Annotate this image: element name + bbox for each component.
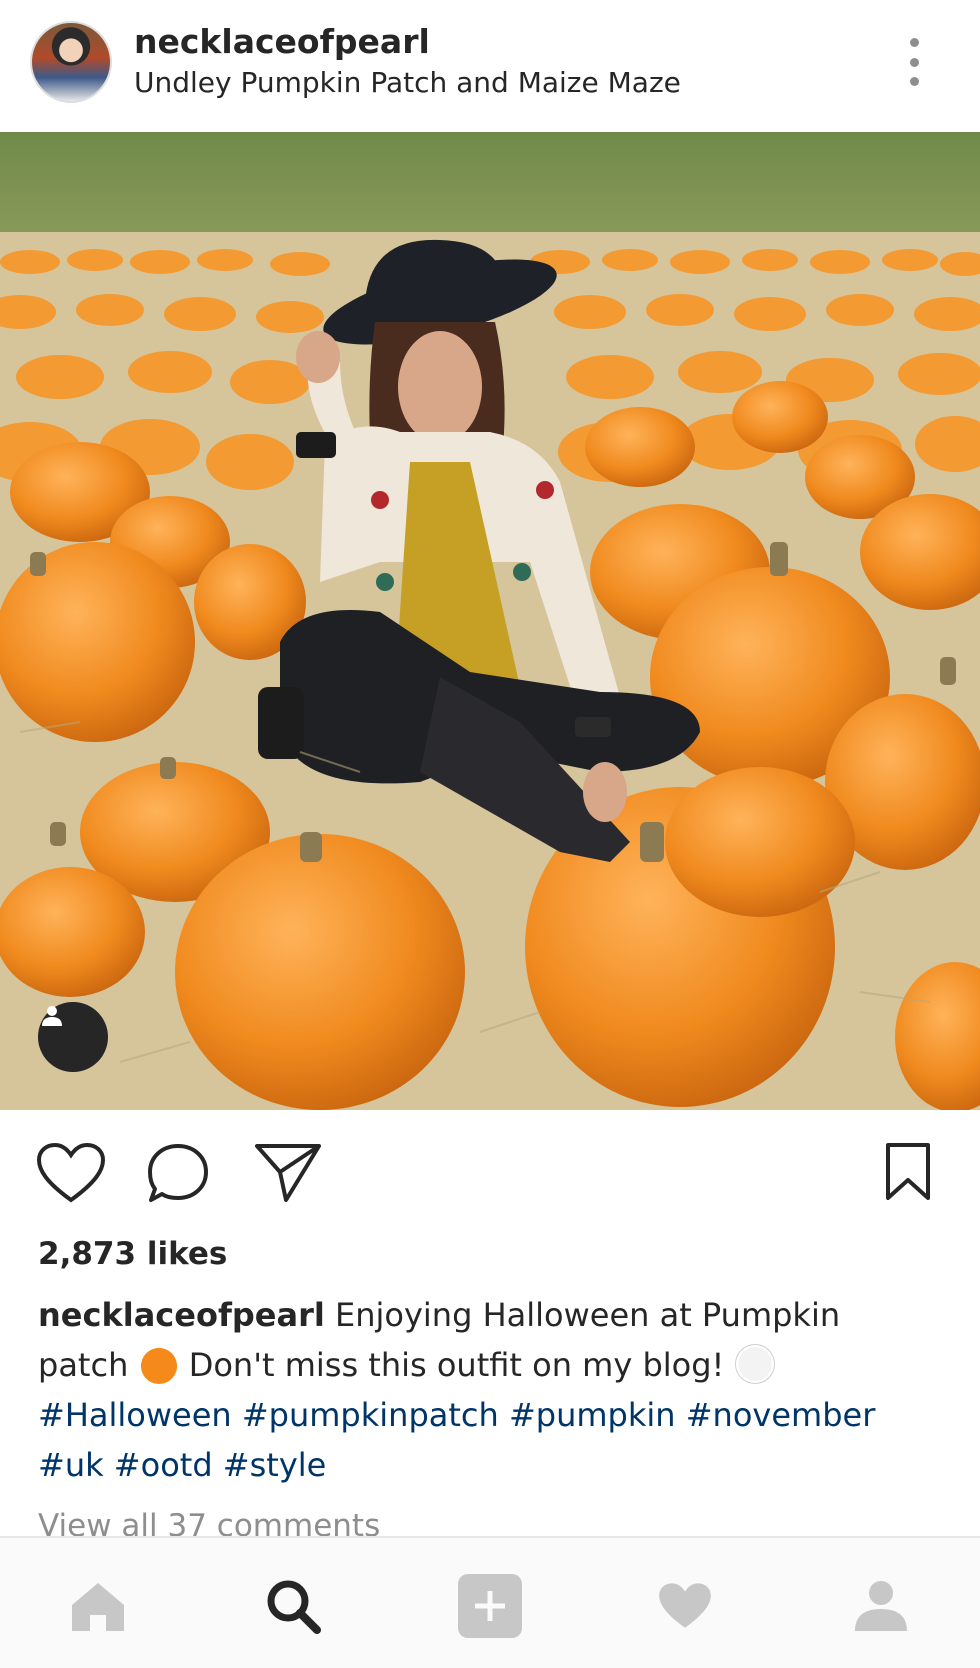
post-location[interactable]: Undley Pumpkin Patch and Maize Maze bbox=[134, 66, 681, 99]
post-header: necklaceofpearl Undley Pumpkin Patch and… bbox=[0, 0, 980, 132]
avatar[interactable] bbox=[30, 21, 112, 103]
profile-icon[interactable] bbox=[846, 1574, 916, 1638]
hashtag-link[interactable]: #style bbox=[223, 1446, 327, 1484]
hashtag-link[interactable]: #uk bbox=[38, 1446, 104, 1484]
add-icon[interactable] bbox=[455, 1574, 525, 1638]
ghost-emoji-icon bbox=[734, 1344, 775, 1384]
post-username[interactable]: necklaceofpearl bbox=[134, 22, 430, 61]
caption-text-2: Don't miss this outfit on my blog! bbox=[188, 1346, 725, 1384]
search-icon[interactable] bbox=[258, 1574, 328, 1638]
pumpkin-emoji-icon bbox=[138, 1344, 179, 1384]
bookmark-icon[interactable] bbox=[884, 1142, 932, 1206]
hashtag-link[interactable]: #pumpkin bbox=[509, 1396, 676, 1434]
bottom-navigation bbox=[0, 1536, 980, 1668]
activity-heart-icon[interactable] bbox=[650, 1574, 720, 1638]
likes-count[interactable]: 2,873 likes bbox=[38, 1236, 227, 1272]
post-photo[interactable] bbox=[0, 132, 980, 1110]
user-tag-icon[interactable] bbox=[38, 1002, 108, 1072]
hashtag-link[interactable]: #ootd bbox=[114, 1446, 213, 1484]
post-caption: necklaceofpearl Enjoying Halloween at Pu… bbox=[38, 1290, 938, 1490]
caption-username[interactable]: necklaceofpearl bbox=[38, 1296, 325, 1334]
hashtag-link[interactable]: #Halloween bbox=[38, 1396, 232, 1434]
post-actions bbox=[0, 1110, 980, 1230]
comment-icon[interactable] bbox=[146, 1142, 210, 1208]
pumpkin-patch-photo bbox=[0, 132, 980, 1110]
hashtag-link[interactable]: #november bbox=[686, 1396, 876, 1434]
more-options-icon[interactable] bbox=[900, 38, 928, 86]
hashtag-link[interactable]: #pumpkinpatch bbox=[242, 1396, 499, 1434]
heart-icon[interactable] bbox=[36, 1142, 106, 1208]
home-icon[interactable] bbox=[63, 1574, 133, 1638]
send-icon[interactable] bbox=[254, 1142, 322, 1208]
